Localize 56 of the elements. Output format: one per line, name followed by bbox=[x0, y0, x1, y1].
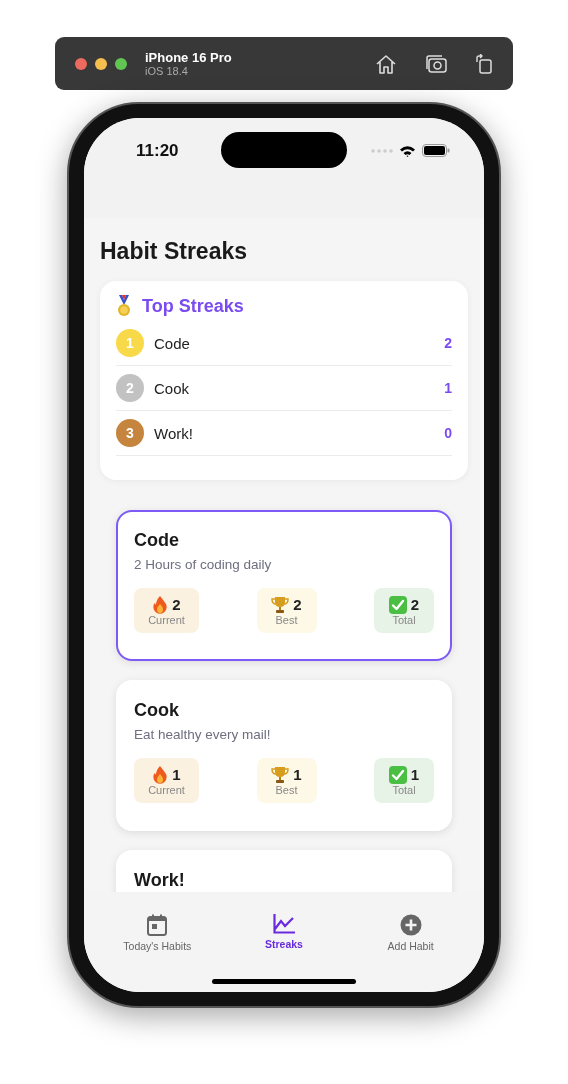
tab-item[interactable]: Add Habit bbox=[355, 914, 466, 952]
rotate-icon[interactable] bbox=[475, 53, 493, 74]
habit-name: Work! bbox=[154, 424, 193, 442]
habit-title: Cook bbox=[134, 700, 180, 721]
stat-label: Best bbox=[275, 783, 298, 796]
flame-icon bbox=[152, 595, 169, 614]
stat-value: 1 bbox=[172, 766, 181, 783]
stat-value: 2 bbox=[172, 596, 181, 613]
stat-label: Total bbox=[392, 613, 416, 626]
stat-label: Current bbox=[148, 783, 185, 796]
tab-item[interactable]: Streaks bbox=[229, 914, 339, 950]
trophy-icon bbox=[271, 595, 290, 614]
streak-count: 1 bbox=[444, 380, 452, 396]
stat-label: Total bbox=[392, 783, 416, 796]
chart-icon bbox=[273, 914, 295, 934]
battery-icon bbox=[422, 144, 450, 157]
tab-item[interactable]: Today's Habits bbox=[102, 914, 213, 952]
stat-label: Current bbox=[148, 613, 185, 626]
flame-icon bbox=[152, 765, 169, 784]
habit-card[interactable]: Work! bbox=[116, 850, 452, 892]
os-version: iOS 18.4 bbox=[145, 65, 189, 77]
home-icon[interactable] bbox=[375, 53, 397, 74]
rank-badge: 3 bbox=[116, 419, 144, 447]
rank-badge: 1 bbox=[116, 329, 144, 357]
plus-icon bbox=[399, 914, 422, 936]
stat-value: 2 bbox=[293, 596, 302, 613]
habit-description: Eat healthy every mail! bbox=[134, 727, 272, 742]
zoom-button[interactable] bbox=[115, 57, 127, 70]
trophy-icon bbox=[271, 765, 290, 784]
streak-count: 0 bbox=[444, 425, 452, 441]
checkmark-icon bbox=[388, 595, 407, 614]
minimize-button[interactable] bbox=[95, 57, 107, 70]
habit-card[interactable]: Cook Eat healthy every mail! 1 Current 1 Best 1 Total bbox=[116, 680, 452, 831]
rank-badge: 2 bbox=[116, 374, 144, 402]
stat-value: 2 bbox=[410, 596, 420, 613]
close-button[interactable] bbox=[75, 57, 87, 70]
habit-name: Cook bbox=[154, 379, 190, 397]
signal-icon bbox=[371, 148, 393, 153]
page-title: Habit Streaks bbox=[100, 238, 248, 265]
wifi-icon bbox=[399, 144, 416, 157]
checkmark-icon bbox=[388, 765, 407, 784]
screenshot-icon[interactable] bbox=[425, 53, 447, 74]
stat-label: Best bbox=[275, 613, 298, 626]
medal-icon bbox=[116, 295, 132, 317]
habit-name: Code bbox=[154, 334, 190, 352]
habit-title: Work! bbox=[134, 870, 186, 891]
stat-value: 1 bbox=[293, 766, 302, 783]
stat-value: 1 bbox=[410, 766, 420, 783]
device-name: iPhone 16 Pro bbox=[145, 50, 232, 65]
habit-card[interactable]: Code 2 Hours of coding daily 2 Current 2 Best 2 Total bbox=[116, 510, 452, 661]
habit-description: 2 Hours of coding daily bbox=[134, 557, 273, 572]
habit-title: Code bbox=[134, 530, 180, 551]
status-time: 11:20 bbox=[136, 141, 179, 161]
calendar-icon bbox=[147, 914, 168, 936]
top-streaks-title: Top Streaks bbox=[142, 295, 244, 317]
streak-count: 2 bbox=[444, 335, 452, 351]
